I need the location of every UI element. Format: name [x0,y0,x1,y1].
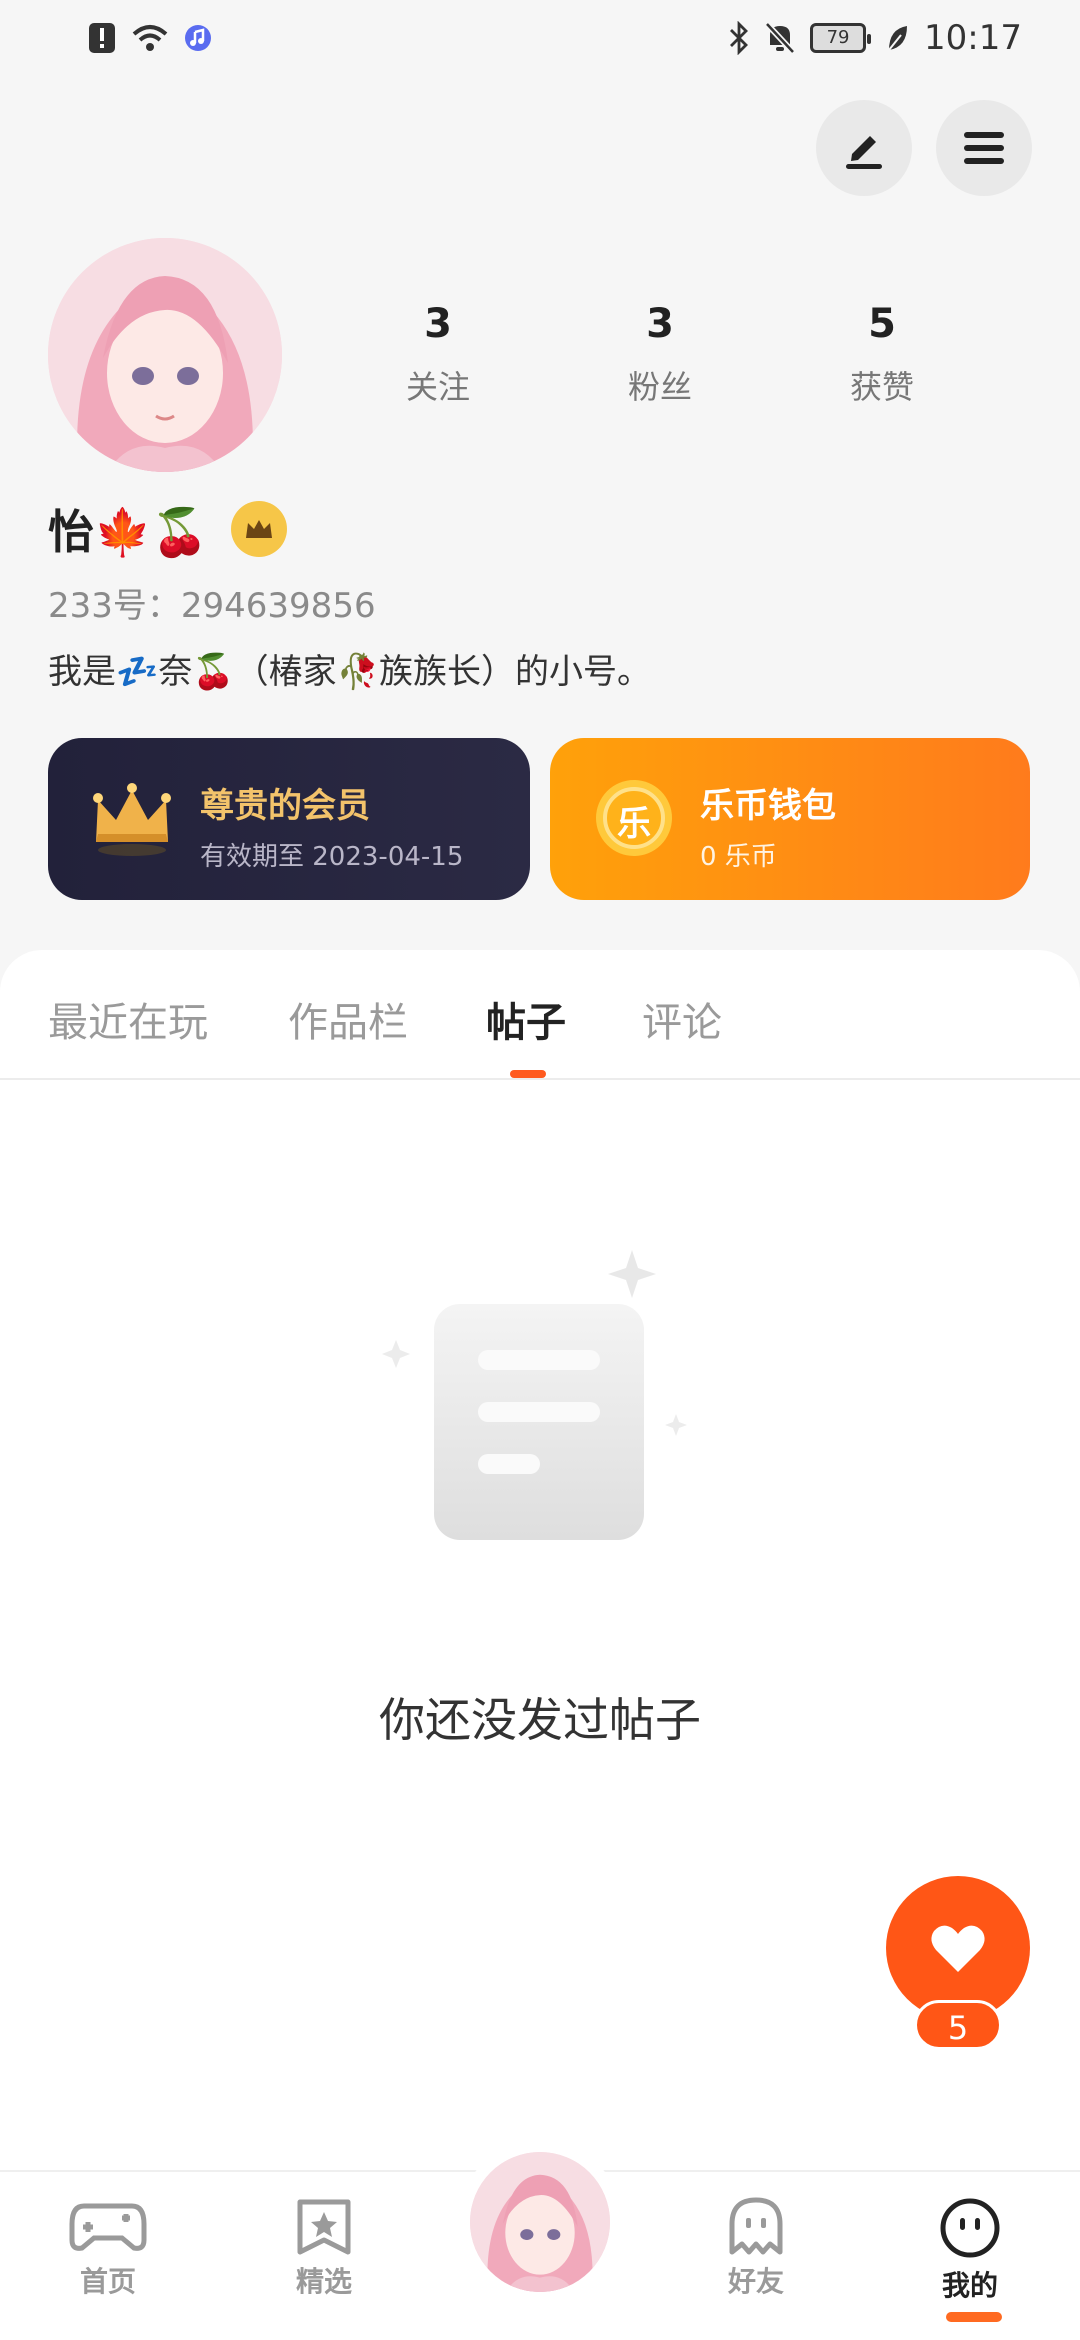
coin-glyph: 乐 [617,804,651,844]
empty-state-text: 你还没发过帖子 [379,1693,701,1747]
nav-label: 精选 [295,2265,352,2298]
stat-likes[interactable]: 5 获赞 [802,300,962,408]
gamepad-icon [69,2203,147,2251]
battery-icon: 79 [810,23,872,53]
bluetooth-icon [730,21,748,55]
vip-card-title: 尊贵的会员 [200,786,370,826]
nav-label: 首页 [79,2265,136,2298]
nav-me[interactable]: 我的 [910,2196,1030,2322]
wallet-card-title: 乐币钱包 [700,786,836,826]
user-bio: 我是💤奈🍒（椿家🥀族族长）的小号。 [48,652,652,692]
status-time: 10:17 [924,18,1022,58]
avatar [470,2152,610,2292]
crown-icon [93,783,171,856]
tab-active-indicator [510,1070,546,1078]
like-count-badge: 5 [914,2000,1002,2050]
stat-label: 关注 [405,368,470,406]
tab-posts[interactable]: 帖子 [486,990,566,1048]
status-bar: 79 10:17 [0,0,1080,80]
avatar-illustration [470,2152,610,2292]
stat-value: 5 [868,301,896,347]
username-row: 怡🍁🍒 [48,496,287,562]
alert-icon [89,23,115,53]
tab-recently-played[interactable]: 最近在玩 [48,990,208,1048]
wallet-card[interactable]: 乐 乐币钱包 0 乐币 [550,738,1030,900]
tab-works[interactable]: 作品栏 [288,990,408,1048]
edit-profile-button[interactable] [816,100,912,196]
edit-icon [846,136,882,169]
stat-value: 3 [424,301,452,347]
profile-avatar[interactable] [48,238,282,472]
avatar-illustration [48,238,282,472]
stat-label: 获赞 [849,368,914,406]
nav-featured[interactable]: 精选 [264,2196,384,2300]
crown-icon [245,520,272,538]
nav-center-avatar[interactable] [458,2140,622,2304]
status-left [88,22,212,54]
tab-comments[interactable]: 评论 [642,990,722,1048]
wallet-card-balance: 0 乐币 [700,842,777,872]
like-button[interactable] [886,1876,1030,2020]
wifi-icon [132,25,168,51]
user-id: 233号：294639856 [48,586,376,626]
nav-home[interactable]: 首页 [48,2196,168,2300]
vip-card[interactable]: 尊贵的会员 有效期至 2023-04-15 [48,738,530,900]
ghost-icon [729,2197,783,2255]
stat-label: 粉丝 [627,368,692,406]
vip-card-expiry: 有效期至 2023-04-15 [200,842,464,872]
nav-label: 我的 [941,2269,998,2302]
username: 怡🍁🍒 [48,505,209,559]
leaf-icon [888,26,908,51]
menu-icon [964,132,1004,164]
profile-tabs: 最近在玩 作品栏 帖子 评论 [0,950,1080,1080]
empty-document-icon [382,1250,687,1540]
stat-followers[interactable]: 3 粉丝 [580,300,740,408]
heart-icon [931,1925,985,1972]
music-app-icon [185,25,211,51]
mute-icon [764,21,796,55]
nav-active-indicator [946,2312,1002,2322]
nav-friends[interactable]: 好友 [696,2196,816,2300]
stat-value: 3 [646,301,674,347]
vip-crown-badge[interactable] [230,501,287,557]
stat-following[interactable]: 3 关注 [358,300,518,408]
star-bookmark-icon [297,2199,351,2255]
status-right: 79 10:17 [728,18,1022,58]
nav-label: 好友 [727,2265,784,2298]
face-icon [940,2198,1000,2258]
menu-button[interactable] [936,100,1032,196]
